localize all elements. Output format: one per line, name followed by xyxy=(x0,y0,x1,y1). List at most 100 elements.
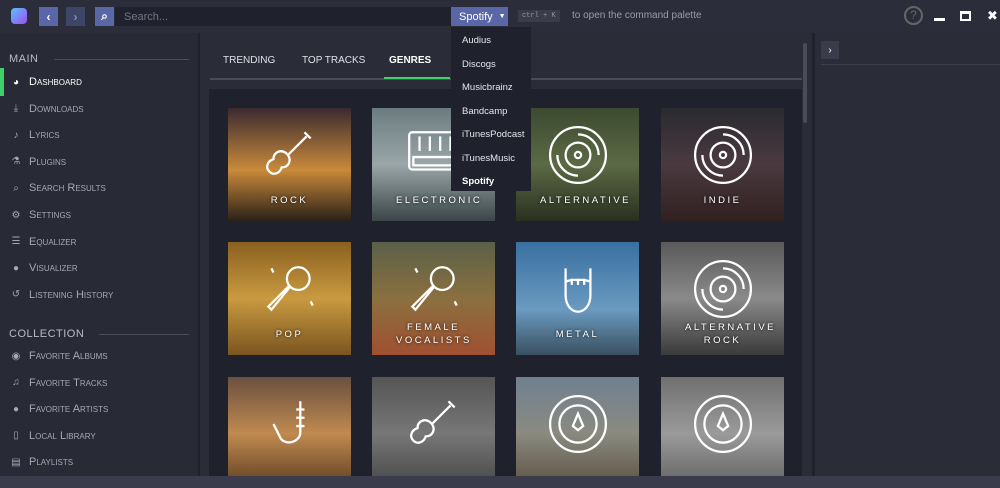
close-icon[interactable]: ✖ xyxy=(987,8,998,24)
sidebar-item-favorite-albums[interactable]: ◉ Favorite Albums xyxy=(0,345,198,367)
expand-panel-button[interactable]: › xyxy=(821,41,839,59)
history-icon: ↺ xyxy=(11,289,21,301)
hand-icon xyxy=(563,268,592,313)
mic-icon xyxy=(410,266,458,312)
dashboard-icon: ◕ xyxy=(12,76,20,88)
mic-icon xyxy=(266,266,314,312)
genre-tile-item[interactable] xyxy=(228,377,351,476)
gear-icon: ⚙ xyxy=(11,209,21,221)
forward-button[interactable]: › xyxy=(66,7,85,26)
sidebar-item-label: Favorite Tracks xyxy=(29,376,108,389)
minimize-icon[interactable] xyxy=(934,18,945,21)
genre-label: POP xyxy=(275,329,304,340)
sidebar-item-label: Listening History xyxy=(29,288,114,301)
provider-option-discogs[interactable]: Discogs xyxy=(451,53,531,77)
sidebar-item-lyrics[interactable]: ♪ Lyrics xyxy=(0,124,198,146)
maximize-icon[interactable] xyxy=(960,11,971,21)
provider-option-musicbrainz[interactable]: Musicbrainz xyxy=(451,76,531,100)
search-icon[interactable]: ⌕ xyxy=(95,7,114,26)
sidebar-item-label: Search Results xyxy=(29,182,106,195)
sidebar-item-label: Downloads xyxy=(29,102,84,115)
sidebar-item-equalizer[interactable]: ☰ Equalizer xyxy=(0,231,198,253)
sidebar-item-plugins[interactable]: ⚗ Plugins xyxy=(0,151,198,173)
genre-tile-female-vocalists[interactable]: FEMALE VOCALISTS xyxy=(372,242,495,355)
main-section-header: MAIN xyxy=(9,53,189,65)
sidebar-item-playlists[interactable]: ▤ Playlists xyxy=(0,451,198,473)
provider-value: Spotify xyxy=(459,10,493,23)
genre-tile-alternative[interactable]: ALTERNATIVE xyxy=(516,108,639,221)
shortcut-hint: to open the command palette xyxy=(572,10,702,21)
scrollbar[interactable] xyxy=(803,43,807,123)
right-panel: › xyxy=(812,33,1000,476)
sidebar-item-label: Favorite Albums xyxy=(29,350,108,362)
flask-icon: ⚗ xyxy=(11,156,21,168)
sliders-icon: ☰ xyxy=(11,236,21,248)
provider-option-bandcamp[interactable]: Bandcamp xyxy=(451,100,531,124)
microphone-icon: ♪ xyxy=(13,129,19,141)
genre-tile-pop[interactable]: POP xyxy=(228,242,351,355)
provider-option-itunesmusic[interactable]: iTunesMusic xyxy=(451,147,531,171)
tab-trending[interactable]: TRENDING xyxy=(223,55,275,66)
genre-tile-item[interactable] xyxy=(661,377,784,476)
genre-tile-item[interactable] xyxy=(516,377,639,476)
drop-icon: ● xyxy=(12,262,20,274)
genre-tile-metal[interactable]: METAL xyxy=(516,242,639,355)
sidebar-item-downloads[interactable]: ⤓ Downloads xyxy=(0,98,198,120)
provider-option-spotify[interactable]: Spotify xyxy=(451,170,531,194)
download-icon: ⤓ xyxy=(13,103,19,115)
sidebar-item-label: Dashboard xyxy=(29,76,82,88)
genre-label: METAL xyxy=(555,329,600,340)
music-note-icon: ♫ xyxy=(12,377,20,389)
disc-icon xyxy=(693,259,752,319)
sidebar-item-label: Playlists xyxy=(29,456,74,469)
file-icon: ▯ xyxy=(13,430,19,442)
genre-tile-indie[interactable]: INDIE xyxy=(661,108,784,221)
sidebar-item-dashboard[interactable]: ◕ Dashboard xyxy=(0,71,198,93)
tab-top-tracks[interactable]: TOP TRACKS xyxy=(302,55,365,66)
sax-icon xyxy=(271,401,304,444)
back-button[interactable]: ‹ xyxy=(39,7,58,26)
compass-icon xyxy=(693,394,752,454)
genre-label: ELECTRONIC xyxy=(396,195,483,206)
user-icon: ● xyxy=(12,403,20,415)
help-icon[interactable]: ? xyxy=(904,6,923,25)
genre-tile-rock[interactable]: ROCK xyxy=(228,108,351,221)
genre-label: ALTERNATIVE ROCK xyxy=(685,322,777,346)
shortcut-kbd: ctrl + K xyxy=(518,10,560,22)
sidebar-item-label: Lyrics xyxy=(29,129,60,142)
list-icon: ▤ xyxy=(11,456,21,468)
sidebar-item-favorite-tracks[interactable]: ♫ Favorite Tracks xyxy=(0,372,198,394)
genre-label: INDIE xyxy=(703,195,742,206)
guitar-icon xyxy=(265,131,311,175)
disc-icon xyxy=(693,125,752,185)
genre-label: ROCK xyxy=(270,195,309,206)
sidebar-item-label: Plugins xyxy=(29,155,67,168)
genre-tile-alternative-rock[interactable]: ALTERNATIVE ROCK xyxy=(661,242,784,355)
sidebar-item-local-library[interactable]: ▯ Local Library xyxy=(0,425,198,447)
app-logo xyxy=(11,8,27,24)
compass-icon xyxy=(548,394,607,454)
active-indicator xyxy=(0,68,4,96)
provider-select[interactable]: Spotify ▼ xyxy=(451,7,508,26)
genre-label: ALTERNATIVE xyxy=(540,195,632,206)
sidebar-item-label: Local Library xyxy=(29,429,96,442)
collection-section-header: COLLECTION xyxy=(9,328,189,340)
sidebar-item-label: Equalizer xyxy=(29,235,77,248)
disc-icon xyxy=(548,125,607,185)
sidebar-item-label: Favorite Artists xyxy=(29,403,109,416)
provider-option-itunespodcast[interactable]: iTunesPodcast xyxy=(451,123,531,147)
genre-tile-item[interactable] xyxy=(372,377,495,476)
sidebar-item-settings[interactable]: ⚙ Settings xyxy=(0,204,198,226)
search-icon: ⌕ xyxy=(13,182,19,194)
sidebar-item-favorite-artists[interactable]: ● Favorite Artists xyxy=(0,398,198,420)
player-bar xyxy=(0,476,1000,488)
provider-option-audius[interactable]: Audius xyxy=(451,29,531,53)
sidebar-item-label: Visualizer xyxy=(29,262,78,275)
sidebar-item-listening-history[interactable]: ↺ Listening History xyxy=(0,284,198,306)
tab-genres[interactable]: GENRES xyxy=(389,55,431,66)
sidebar-item-search-results[interactable]: ⌕ Search Results xyxy=(0,177,198,199)
disc-icon: ◉ xyxy=(11,350,21,362)
search-input[interactable] xyxy=(115,7,451,26)
active-tab-indicator xyxy=(384,77,450,79)
sidebar-item-visualizer[interactable]: ● Visualizer xyxy=(0,257,198,279)
